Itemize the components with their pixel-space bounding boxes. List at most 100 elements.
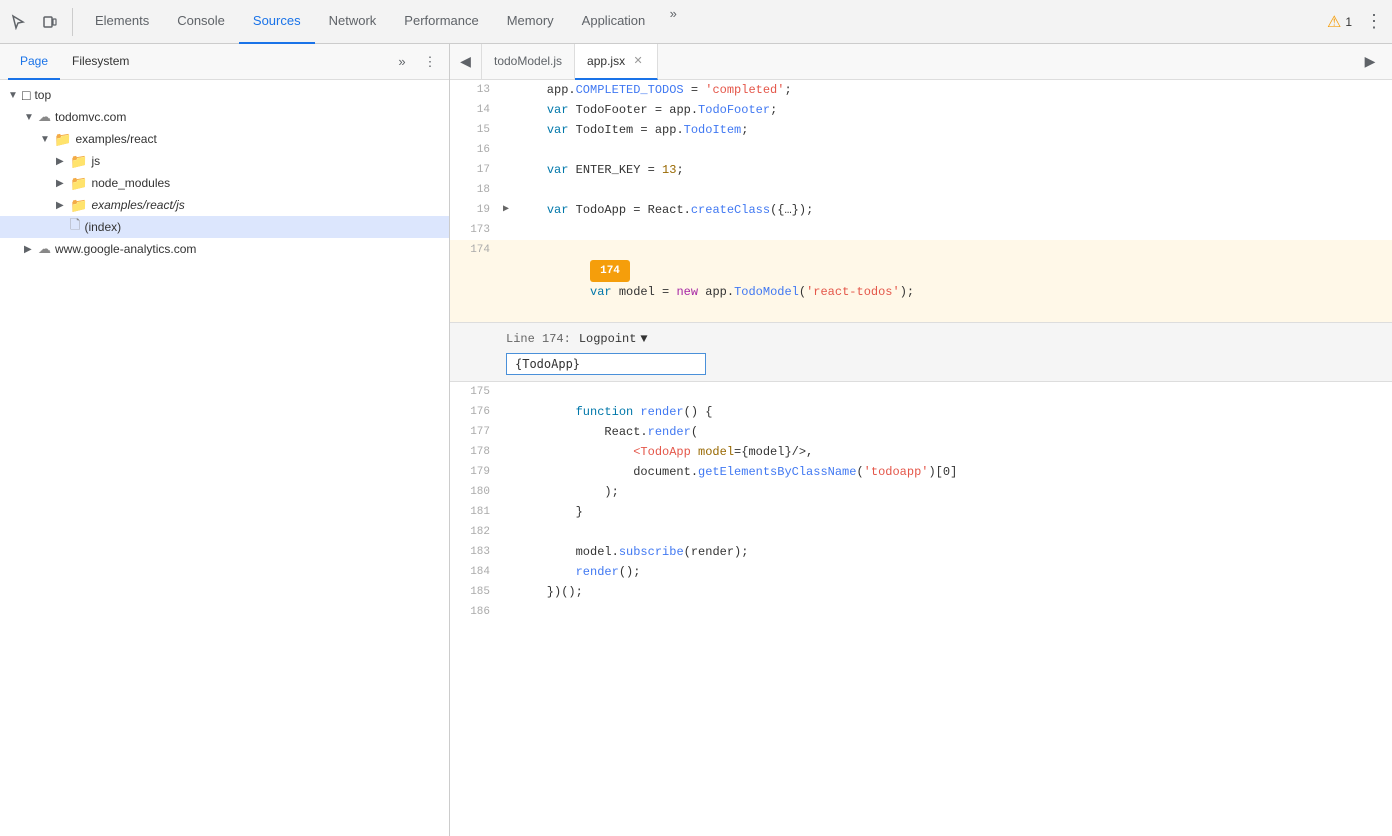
line-content-173 bbox=[514, 220, 1392, 240]
code-line-15: 15 var TodoItem = app.TodoItem; bbox=[450, 120, 1392, 140]
tab-page[interactable]: Page bbox=[8, 44, 60, 80]
cloud-icon-google-analytics: ☁ bbox=[38, 241, 51, 257]
collapse-panel-button[interactable]: ◀ bbox=[450, 44, 482, 80]
more-tabs-left-icon[interactable]: » bbox=[391, 51, 413, 73]
file-tab-label-todomodel: todoModel.js bbox=[494, 54, 562, 68]
line-num-181: 181 bbox=[450, 502, 498, 522]
line-arrow-19: ▶ bbox=[498, 200, 514, 220]
line-num-19: 19 bbox=[450, 200, 498, 220]
line-content-179: document.getElementsByClassName('todoapp… bbox=[514, 462, 1392, 482]
line-content-181: } bbox=[514, 502, 1392, 522]
tree-item-google-analytics[interactable]: ▶ ☁ www.google-analytics.com bbox=[0, 238, 449, 260]
warning-icon: ⚠ bbox=[1327, 12, 1341, 32]
warning-count: 1 bbox=[1345, 15, 1352, 29]
logpoint-type-dropdown[interactable]: Logpoint ▼ bbox=[579, 329, 648, 349]
more-menu-left-button[interactable]: ⋮ bbox=[419, 51, 441, 73]
tab-performance[interactable]: Performance bbox=[390, 0, 492, 44]
code-line-14: 14 var TodoFooter = app.TodoFooter; bbox=[450, 100, 1392, 120]
line-content-183: model.subscribe(render); bbox=[514, 542, 1392, 562]
line-num-176: 176 bbox=[450, 402, 498, 422]
code-area[interactable]: 13 app.COMPLETED_TODOS = 'completed'; 14… bbox=[450, 80, 1392, 836]
tree-arrow-js: ▶ bbox=[56, 156, 70, 167]
tab-network[interactable]: Network bbox=[315, 0, 391, 44]
toolbar-icons bbox=[4, 8, 73, 36]
logpoint-line-label: Line 174: bbox=[506, 329, 571, 349]
line-content-17: var ENTER_KEY = 13; bbox=[514, 160, 1392, 180]
logpoint-expression-input[interactable] bbox=[506, 353, 706, 375]
tree-item-examples-react[interactable]: ▼ 📁 examples/react bbox=[0, 128, 449, 150]
tab-memory[interactable]: Memory bbox=[493, 0, 568, 44]
line-content-174: 174 var model = new app.TodoModel('react… bbox=[514, 240, 1392, 322]
code-line-183: 183 model.subscribe(render); bbox=[450, 542, 1392, 562]
tree-label-examples-react-js: examples/react/js bbox=[91, 198, 184, 212]
main-layout: Page Filesystem » ⋮ ▼ □ top ▼ ☁ todomvc.… bbox=[0, 44, 1392, 836]
code-line-176: 176 function render() { bbox=[450, 402, 1392, 422]
file-tabs-right: ▶ bbox=[1356, 48, 1392, 76]
folder-icon-js: 📁 bbox=[70, 153, 87, 170]
line-num-182: 182 bbox=[450, 522, 498, 542]
line-num-185: 185 bbox=[450, 582, 498, 602]
code-line-186: 186 bbox=[450, 602, 1392, 622]
logpoint-type-label: Logpoint bbox=[579, 329, 637, 349]
line-content-13: app.COMPLETED_TODOS = 'completed'; bbox=[514, 80, 1392, 100]
code-line-16: 16 bbox=[450, 140, 1392, 160]
line-content-180: ); bbox=[514, 482, 1392, 502]
tab-elements[interactable]: Elements bbox=[81, 0, 163, 44]
tree-item-examples-react-js[interactable]: ▶ 📁 examples/react/js bbox=[0, 194, 449, 216]
line-num-186: 186 bbox=[450, 602, 498, 622]
line-content-16 bbox=[514, 140, 1392, 160]
tree-label-index: (index) bbox=[84, 220, 121, 234]
folder-icon-node-modules: 📁 bbox=[70, 175, 87, 192]
file-tabs: ◀ todoModel.js app.jsx ✕ ▶ bbox=[450, 44, 1392, 80]
tree-item-index[interactable]: ▶ 🗋 (index) bbox=[0, 216, 449, 238]
file-tree[interactable]: ▼ □ top ▼ ☁ todomvc.com ▼ 📁 examples/rea… bbox=[0, 80, 449, 836]
tree-item-todomvc[interactable]: ▼ ☁ todomvc.com bbox=[0, 106, 449, 128]
expand-panel-button[interactable]: ▶ bbox=[1356, 48, 1384, 76]
tree-arrow-todomvc: ▼ bbox=[24, 112, 38, 123]
line-content-175 bbox=[514, 382, 1392, 402]
file-tab-label-appjsx: app.jsx bbox=[587, 54, 625, 68]
code-line-179: 179 document.getElementsByClassName('tod… bbox=[450, 462, 1392, 482]
line-num-175: 175 bbox=[450, 382, 498, 402]
file-tab-appjsx[interactable]: app.jsx ✕ bbox=[575, 44, 658, 80]
tab-console[interactable]: Console bbox=[163, 0, 239, 44]
line-content-14: var TodoFooter = app.TodoFooter; bbox=[514, 100, 1392, 120]
tree-label-node-modules: node_modules bbox=[91, 176, 170, 190]
line-content-178: <TodoApp model={model}/>, bbox=[514, 442, 1392, 462]
close-tab-appjsx-button[interactable]: ✕ bbox=[631, 54, 645, 68]
tab-sources[interactable]: Sources bbox=[239, 0, 315, 44]
device-icon[interactable] bbox=[36, 8, 64, 36]
tree-label-examples-react: examples/react bbox=[75, 132, 156, 146]
breakpoint-badge[interactable]: 174 bbox=[590, 260, 630, 282]
tree-item-js[interactable]: ▶ 📁 js bbox=[0, 150, 449, 172]
more-menu-button[interactable]: ⋮ bbox=[1360, 8, 1388, 36]
warning-badge[interactable]: ⚠ 1 bbox=[1327, 12, 1352, 32]
file-tab-todomodel[interactable]: todoModel.js bbox=[482, 44, 575, 80]
tree-arrow-examples-react-js: ▶ bbox=[56, 200, 70, 211]
line-num-13: 13 bbox=[450, 80, 498, 100]
code-line-19: 19 ▶ var TodoApp = React.createClass({…}… bbox=[450, 200, 1392, 220]
tree-label-top: top bbox=[34, 88, 51, 102]
line-content-182 bbox=[514, 522, 1392, 542]
tree-label-google-analytics: www.google-analytics.com bbox=[55, 242, 196, 256]
tree-item-node-modules[interactable]: ▶ 📁 node_modules bbox=[0, 172, 449, 194]
more-tabs-icon[interactable]: » bbox=[659, 0, 687, 28]
tab-application[interactable]: Application bbox=[568, 0, 660, 44]
cursor-icon[interactable] bbox=[4, 8, 32, 36]
code-line-18: 18 bbox=[450, 180, 1392, 200]
tab-bar: Elements Console Sources Network Perform… bbox=[81, 0, 687, 44]
line-content-176: function render() { bbox=[514, 402, 1392, 422]
folder-icon-examples-react: 📁 bbox=[54, 131, 71, 148]
line-num-183: 183 bbox=[450, 542, 498, 562]
line-num-17: 17 bbox=[450, 160, 498, 180]
line-content-184: render(); bbox=[514, 562, 1392, 582]
toolbar-right: ⚠ 1 ⋮ bbox=[1327, 8, 1388, 36]
code-line-175: 175 bbox=[450, 382, 1392, 402]
line-num-173: 173 bbox=[450, 220, 498, 240]
tree-label-todomvc: todomvc.com bbox=[55, 110, 126, 124]
secondary-toolbar: Page Filesystem » ⋮ bbox=[0, 44, 449, 80]
tree-label-js: js bbox=[91, 154, 100, 168]
tab-filesystem[interactable]: Filesystem bbox=[60, 44, 141, 80]
tree-item-top[interactable]: ▼ □ top bbox=[0, 84, 449, 106]
code-line-180: 180 ); bbox=[450, 482, 1392, 502]
